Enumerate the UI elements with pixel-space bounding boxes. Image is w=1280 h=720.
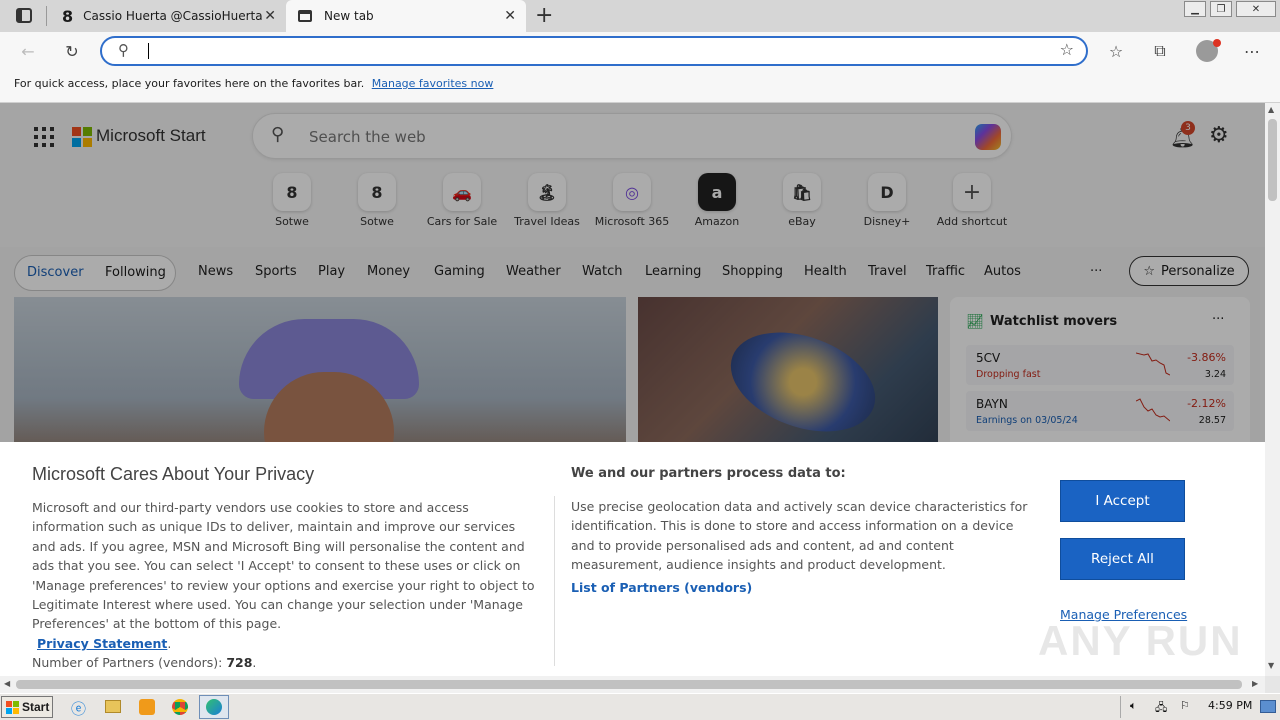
browser-toolbar: ← ↻ ⚲ ☆ ☆ ⧉ ⋯ bbox=[0, 32, 1280, 70]
horizontal-scrollbar[interactable]: ◀ ▶ bbox=[0, 676, 1265, 693]
privacy-statement-link[interactable]: Privacy Statement bbox=[37, 636, 167, 651]
scroll-corner bbox=[1265, 676, 1280, 693]
ie-icon[interactable]: ⓔ bbox=[71, 698, 86, 719]
close-tab-icon[interactable]: ✕ bbox=[264, 8, 276, 24]
favorites-icon[interactable]: ☆ bbox=[1106, 41, 1126, 61]
explorer-folder-icon[interactable] bbox=[105, 700, 121, 713]
network-icon[interactable]: 🖧 bbox=[1155, 699, 1167, 718]
refresh-icon[interactable]: ↻ bbox=[62, 41, 82, 61]
purposes-body: Use precise geolocation data and activel… bbox=[571, 499, 1028, 573]
scroll-left-arrow[interactable]: ◀ bbox=[4, 679, 10, 688]
scroll-down-arrow[interactable]: ▼ bbox=[1268, 661, 1274, 670]
favorites-bar: For quick access, place your favorites h… bbox=[0, 70, 1280, 103]
banner-divider bbox=[554, 496, 555, 666]
privacy-body: Microsoft and our third-party vendors us… bbox=[32, 500, 535, 671]
tab-title: New tab bbox=[324, 9, 374, 23]
search-icon: ⚲ bbox=[118, 41, 129, 59]
collections-icon[interactable]: ⧉ bbox=[1150, 41, 1170, 61]
maximize-button[interactable]: ❐ bbox=[1210, 1, 1232, 17]
reject-all-button[interactable]: Reject All bbox=[1060, 538, 1185, 580]
privacy-title: Microsoft Cares About Your Privacy bbox=[32, 464, 315, 484]
media-player-icon[interactable] bbox=[139, 699, 155, 715]
windows-taskbar: Start ⓔ 🔈︎ 🖧 ⚐ 4:59 PM bbox=[0, 693, 1280, 720]
tab-title: Cassio Huerta @CassioHuerta - T bbox=[83, 9, 264, 23]
close-tab-icon[interactable]: ✕ bbox=[504, 8, 516, 24]
volume-icon[interactable]: 🔈︎ bbox=[1130, 699, 1137, 713]
add-favorite-icon[interactable]: ☆ bbox=[1060, 40, 1074, 59]
vertical-scrollbar[interactable]: ▲ ▼ bbox=[1265, 103, 1280, 676]
minimize-button[interactable]: ▁ bbox=[1184, 1, 1206, 17]
scroll-thumb[interactable] bbox=[16, 680, 1242, 689]
start-label: Start bbox=[22, 700, 50, 714]
profile-avatar[interactable] bbox=[1196, 39, 1221, 62]
tab-cassio-huerta[interactable]: 𝟴 Cassio Huerta @CassioHuerta - T ✕ bbox=[48, 0, 286, 32]
new-tab-button[interactable]: + bbox=[535, 3, 553, 28]
newtab-icon bbox=[298, 10, 312, 22]
accept-button[interactable]: I Accept bbox=[1060, 480, 1185, 522]
address-input[interactable] bbox=[152, 41, 1032, 61]
address-bar[interactable]: ⚲ ☆ bbox=[100, 36, 1088, 66]
close-window-button[interactable]: ✕ bbox=[1236, 1, 1276, 17]
anyrun-watermark: ANY RUN bbox=[1038, 617, 1243, 664]
show-desktop-icon[interactable] bbox=[1260, 700, 1276, 713]
windows-logo-icon bbox=[6, 700, 19, 714]
partners-label: Number of Partners (vendors): bbox=[32, 655, 223, 671]
more-menu-icon[interactable]: ⋯ bbox=[1242, 41, 1262, 61]
partners-list-link[interactable]: List of Partners (vendors) bbox=[571, 580, 752, 595]
back-icon[interactable]: ← bbox=[18, 41, 38, 61]
clock-time[interactable]: 4:59 PM bbox=[1208, 699, 1252, 712]
tray-separator bbox=[1120, 696, 1121, 718]
scroll-up-arrow[interactable]: ▲ bbox=[1268, 105, 1274, 114]
tab-actions-icon[interactable] bbox=[16, 8, 32, 23]
privacy-consent-banner: Microsoft Cares About Your Privacy Micro… bbox=[0, 442, 1265, 676]
tab-strip: 𝟴 Cassio Huerta @CassioHuerta - T ✕ New … bbox=[0, 0, 1280, 32]
scroll-thumb[interactable] bbox=[1268, 119, 1277, 201]
privacy-body-text: Microsoft and our third-party vendors us… bbox=[32, 500, 535, 632]
manage-favorites-link[interactable]: Manage favorites now bbox=[372, 77, 494, 90]
text-cursor bbox=[148, 43, 149, 59]
chrome-icon[interactable] bbox=[172, 699, 188, 715]
edge-taskbar-button[interactable] bbox=[199, 695, 229, 719]
action-center-flag-icon[interactable]: ⚐ bbox=[1180, 699, 1190, 712]
modal-dim-overlay bbox=[0, 103, 1265, 442]
threads-icon: 𝟴 bbox=[62, 6, 74, 26]
tab-new-tab[interactable]: New tab ✕ bbox=[286, 0, 526, 32]
partners-count: 728 bbox=[226, 655, 253, 671]
favorites-message: For quick access, place your favorites h… bbox=[14, 77, 365, 90]
purposes-title: We and our partners process data to: bbox=[571, 466, 846, 481]
start-button[interactable]: Start bbox=[1, 696, 53, 718]
edge-icon bbox=[206, 699, 222, 715]
scroll-right-arrow[interactable]: ▶ bbox=[1252, 679, 1258, 688]
